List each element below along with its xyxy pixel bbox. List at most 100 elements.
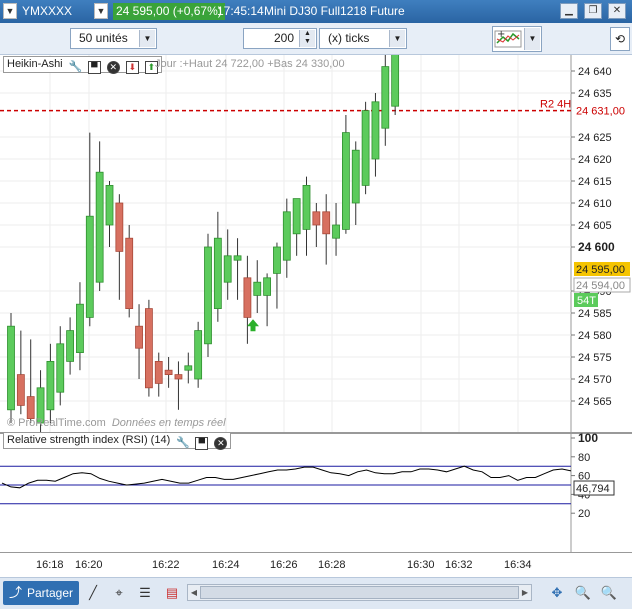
title-bar: ▼ YMXXXX ▼ 24 595,00 (+0,67%) 17:45:14 M… (0, 0, 632, 23)
draw-line-icon[interactable]: ╱ (84, 584, 102, 602)
minimize-icon[interactable]: ▁ (560, 3, 578, 19)
candle-body[interactable] (312, 211, 321, 226)
rsi-title: Relative strength index (RSI) (14) (7, 434, 171, 446)
rsi-tick-label: 20 (578, 508, 590, 520)
last-price-label: 24 595,00 (576, 264, 625, 276)
candle-body[interactable] (391, 55, 400, 107)
symbol-label[interactable]: YMXXXX (22, 4, 72, 18)
candle-body[interactable] (184, 365, 193, 371)
move-down-icon[interactable]: ⬇ (125, 61, 139, 74)
scroll-thumb[interactable] (200, 586, 519, 599)
rsi-panel-header: Relative strength index (RSI) (14) 🔧 ▀ ✕ (3, 432, 232, 451)
candle-body[interactable] (371, 101, 380, 160)
candle-body[interactable] (302, 184, 311, 230)
chevron-down-icon[interactable]: ▼ (94, 3, 108, 19)
order-book-icon[interactable]: ▤ (163, 584, 181, 602)
chart-area: 24 640 24 635 24 625 24 620 24 615 24 610 24 6… (0, 55, 632, 552)
chevron-down-icon[interactable]: ▼ (3, 3, 17, 19)
wrench-icon[interactable]: 🔧 (176, 438, 190, 451)
indicator-name: Heikin-Ashi (7, 58, 63, 70)
list-icon[interactable]: ☰ (136, 584, 154, 602)
candle-body[interactable] (7, 325, 15, 411)
x-tick-label: 16:30 (407, 559, 435, 571)
chevron-down-icon[interactable]: ▼ (139, 30, 155, 47)
toolbar: 50 unités ▼ 200 ▲ ▼ (x) ticks ▼ + ▼ ⟲ (0, 23, 632, 55)
candle-body[interactable] (164, 369, 173, 376)
candle-body[interactable] (135, 325, 143, 349)
ticks-input[interactable]: 200 ▲ ▼ (243, 28, 317, 49)
rsi-tick-label: 100 (578, 431, 598, 445)
close-icon[interactable]: ✕ (608, 3, 626, 19)
ticks-select[interactable]: (x) ticks ▼ (319, 28, 407, 49)
y-tick-label: 24 640 (578, 66, 612, 78)
x-tick-label: 16:26 (270, 559, 298, 571)
candle-body[interactable] (76, 303, 84, 353)
candle-body[interactable] (243, 277, 252, 318)
candle-body[interactable] (223, 255, 232, 283)
maximize-icon[interactable]: ▀ (87, 61, 101, 74)
share-button[interactable]: ⤴ Partager (3, 581, 79, 605)
x-tick-label: 16:22 (152, 559, 180, 571)
add-indicator-button[interactable]: + ▼ (492, 26, 542, 52)
candle-body[interactable] (213, 237, 222, 309)
candle-body[interactable] (26, 396, 35, 420)
candle-body[interactable] (174, 374, 183, 380)
candle-body[interactable] (263, 277, 272, 296)
chevron-down-icon[interactable]: ▼ (524, 28, 540, 50)
candle-body[interactable] (115, 202, 124, 252)
svg-text:+: + (497, 29, 505, 40)
candle-body[interactable] (341, 132, 350, 230)
candle-body[interactable] (351, 149, 360, 204)
candle-body[interactable] (85, 215, 94, 318)
candle-body[interactable] (233, 255, 242, 261)
candle-body[interactable] (66, 330, 74, 362)
candle-body[interactable] (16, 374, 25, 406)
price-change-badge: 24 595,00 (+0,67%) (113, 3, 225, 20)
pin-icon[interactable]: ⟲ (610, 27, 630, 51)
candle-body[interactable] (46, 360, 55, 411)
candle-body[interactable] (273, 246, 281, 274)
zoom-out-icon[interactable]: 🔍 (574, 584, 592, 602)
units-select[interactable]: 50 unités ▼ (70, 28, 157, 49)
horizontal-scrollbar[interactable]: ◀ ▶ (187, 584, 532, 601)
candle-body[interactable] (105, 184, 114, 226)
candle-body[interactable] (125, 237, 134, 309)
close-icon[interactable]: ✕ (106, 61, 120, 74)
candle-body[interactable] (253, 281, 262, 296)
wrench-icon[interactable]: 🔧 (69, 62, 83, 75)
y-tick-label: 24 610 (578, 198, 612, 210)
candle-body[interactable] (292, 198, 301, 235)
candle-body[interactable] (154, 360, 163, 384)
rsi-value-label: 46,794 (576, 483, 610, 495)
chevron-down-icon[interactable]: ▼ (389, 30, 405, 47)
y-tick-label: 24 635 (578, 88, 612, 100)
candle-body[interactable] (322, 211, 331, 235)
maximize-icon[interactable]: ▀ (195, 437, 209, 450)
y-tick-label: 24 570 (578, 374, 612, 386)
grey-price-label: 24 594,00 (576, 280, 625, 292)
fit-icon[interactable]: ✥ (548, 584, 566, 602)
candle-body[interactable] (332, 224, 340, 239)
ticks-label: (x) ticks (328, 31, 370, 45)
zoom-in-icon[interactable]: 🔍 (600, 584, 618, 602)
y-tick-label: 24 585 (578, 308, 612, 320)
cursor-icon[interactable]: ⌖ (110, 584, 128, 602)
time-label: 17:45:14 (217, 4, 264, 18)
candle-body[interactable] (194, 330, 203, 380)
candle-body[interactable] (282, 211, 291, 261)
stepper-icon[interactable]: ▲ ▼ (299, 30, 315, 47)
y-tick-label: 24 615 (578, 176, 612, 188)
candle-body[interactable] (381, 66, 390, 129)
restore-icon[interactable]: ❐ (584, 3, 602, 19)
countdown-label: 54T (577, 295, 596, 307)
chart-canvas[interactable]: 24 640 24 635 24 625 24 620 24 615 24 610 24 6… (0, 55, 632, 552)
candle-body[interactable] (361, 110, 370, 186)
x-tick-label: 16:28 (318, 559, 346, 571)
candle-body[interactable] (56, 343, 65, 393)
candle-body[interactable] (204, 246, 212, 345)
scroll-right-icon[interactable]: ▶ (519, 585, 531, 600)
candle-body[interactable] (95, 171, 104, 283)
close-icon[interactable]: ✕ (214, 437, 228, 450)
candle-body[interactable] (144, 308, 153, 389)
scroll-left-icon[interactable]: ◀ (188, 585, 200, 600)
